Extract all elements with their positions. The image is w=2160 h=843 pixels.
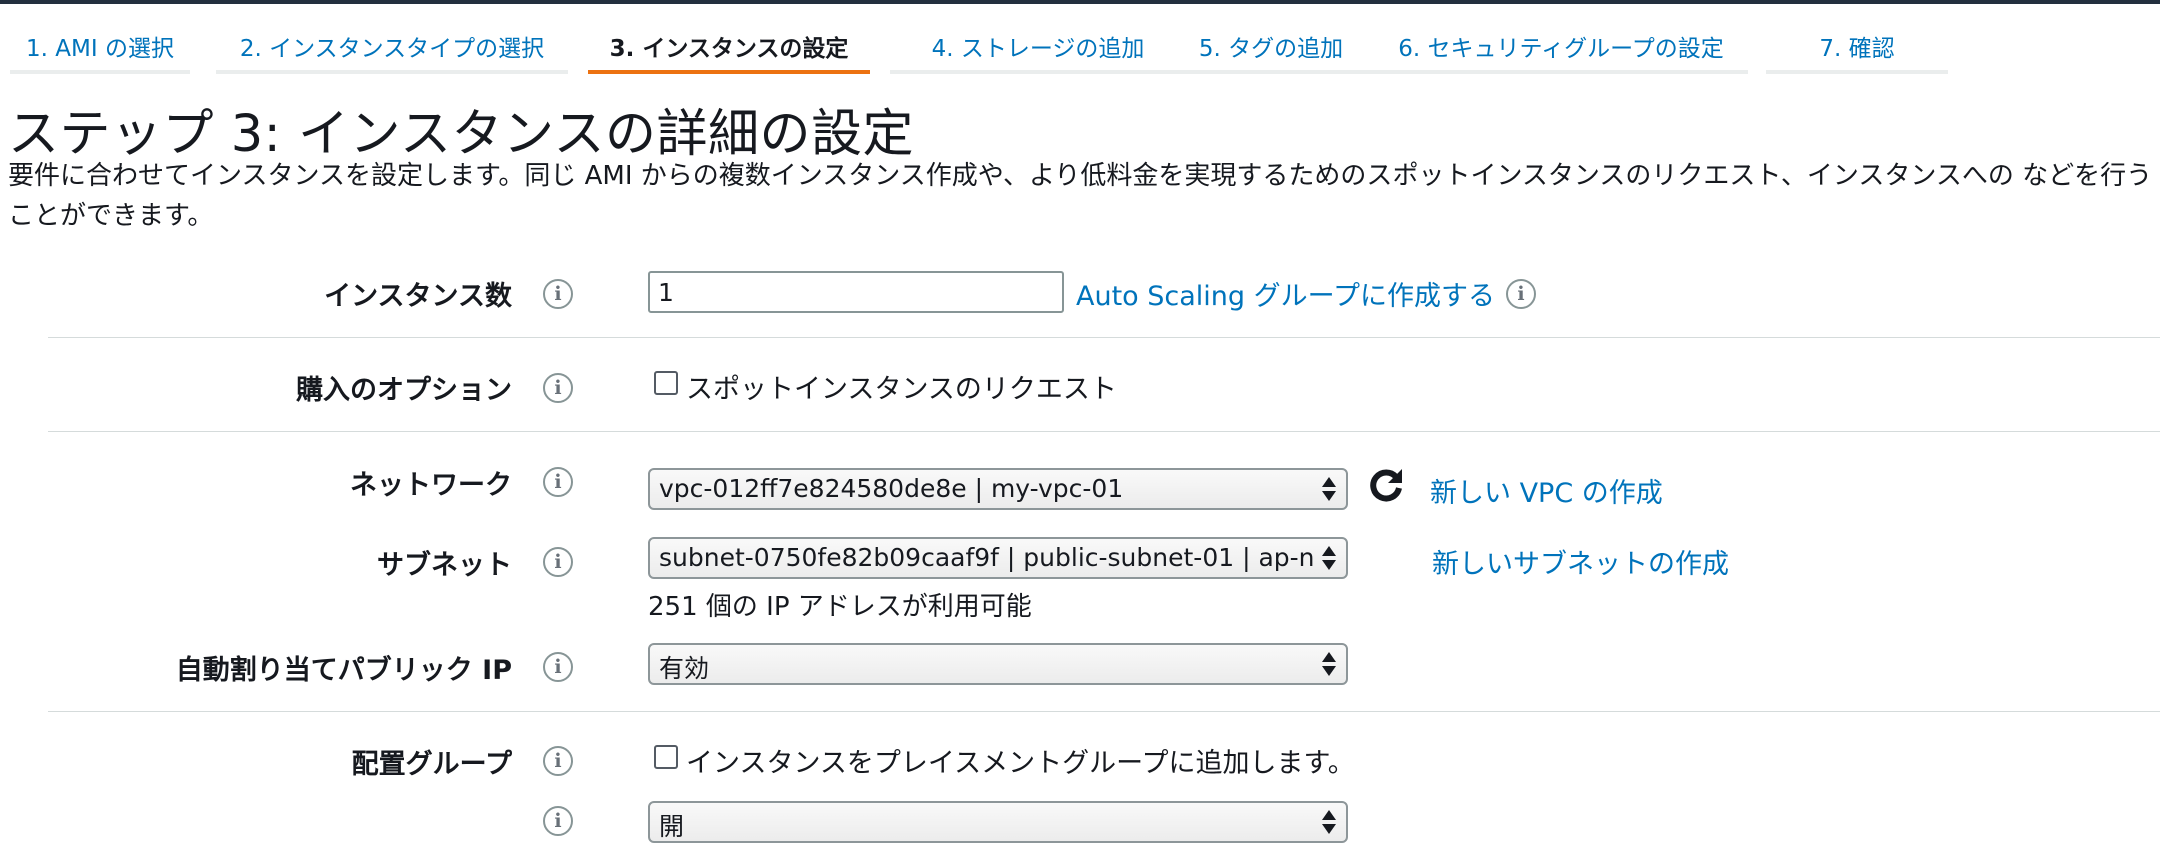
select-arrows-icon xyxy=(1322,546,1336,570)
network-select[interactable]: vpc-012ff7e824580de8e | my-vpc-01 xyxy=(648,468,1348,510)
page-description: 要件に合わせてインスタンスを設定します。同じ AMI からの複数インスタンス作成… xyxy=(8,161,2153,231)
info-icon[interactable]: i xyxy=(543,279,573,309)
select-arrows-icon xyxy=(1322,477,1336,501)
placement-group-checkbox-label[interactable]: インスタンスをプレイスメントグループに追加します。 xyxy=(686,741,1355,780)
subnet-select[interactable]: subnet-0750fe82b09caaf9f | public-subnet… xyxy=(648,537,1348,579)
subnet-label: サブネット xyxy=(377,550,512,581)
info-icon[interactable]: i xyxy=(543,746,573,776)
instance-count-label: インスタンス数 xyxy=(324,281,512,312)
auto-assign-ip-select[interactable]: 有効 xyxy=(648,643,1348,685)
network-label: ネットワーク xyxy=(350,470,512,501)
wizard-tabs: 1. AMI の選択 2. インスタンスタイプの選択 3. インスタンスの設定 … xyxy=(0,4,2160,74)
auto-assign-ip-label: 自動割り当てパブリック IP xyxy=(175,655,512,686)
create-subnet-link[interactable]: 新しいサブネットの作成 xyxy=(1432,542,1729,581)
available-ip-count: 251 個の IP アドレスが利用可能 xyxy=(648,592,1032,622)
tab-add-tags[interactable]: 5. タグの追加 xyxy=(1168,4,1374,74)
auto-assign-ip-select-value: 有効 xyxy=(659,654,710,683)
page-title: ステップ 3: インスタンスの詳細の設定 xyxy=(8,105,915,164)
section-divider xyxy=(48,337,2160,338)
info-icon[interactable]: i xyxy=(543,467,573,497)
next-field-select-value: 開 xyxy=(659,812,685,841)
next-field-select[interactable]: 開 xyxy=(648,801,1348,843)
purchase-option-label: 購入のオプション xyxy=(296,375,512,406)
info-icon[interactable]: i xyxy=(543,547,573,577)
subnet-select-value: subnet-0750fe82b09caaf9f | public-subnet… xyxy=(659,543,1315,572)
create-vpc-link[interactable]: 新しい VPC の作成 xyxy=(1430,471,1663,510)
tab-add-storage[interactable]: 4. ストレージの追加 xyxy=(890,4,1186,74)
instance-count-input[interactable] xyxy=(648,271,1064,313)
refresh-icon[interactable] xyxy=(1366,466,1406,506)
info-icon[interactable]: i xyxy=(543,373,573,403)
select-arrows-icon xyxy=(1322,810,1336,834)
select-arrows-icon xyxy=(1322,652,1336,676)
auto-scaling-link[interactable]: Auto Scaling グループに作成する xyxy=(1076,274,1495,313)
placement-group-label: 配置グループ xyxy=(351,749,512,780)
info-icon[interactable]: i xyxy=(543,806,573,836)
tab-configure-instance[interactable]: 3. インスタンスの設定 xyxy=(588,4,870,74)
section-divider xyxy=(48,711,2160,712)
tab-choose-ami[interactable]: 1. AMI の選択 xyxy=(10,4,190,74)
network-select-value: vpc-012ff7e824580de8e | my-vpc-01 xyxy=(659,474,1124,503)
spot-instance-checkbox[interactable] xyxy=(654,371,678,395)
info-icon[interactable]: i xyxy=(1506,279,1536,309)
section-divider xyxy=(48,431,2160,432)
tab-configure-security-group[interactable]: 6. セキュリティグループの設定 xyxy=(1374,4,1748,74)
spot-instance-checkbox-label[interactable]: スポットインスタンスのリクエスト xyxy=(686,367,1117,406)
info-icon[interactable]: i xyxy=(543,652,573,682)
tab-review[interactable]: 7. 確認 xyxy=(1766,4,1948,74)
tab-choose-instance-type[interactable]: 2. インスタンスタイプの選択 xyxy=(216,4,568,74)
placement-group-checkbox[interactable] xyxy=(654,745,678,769)
